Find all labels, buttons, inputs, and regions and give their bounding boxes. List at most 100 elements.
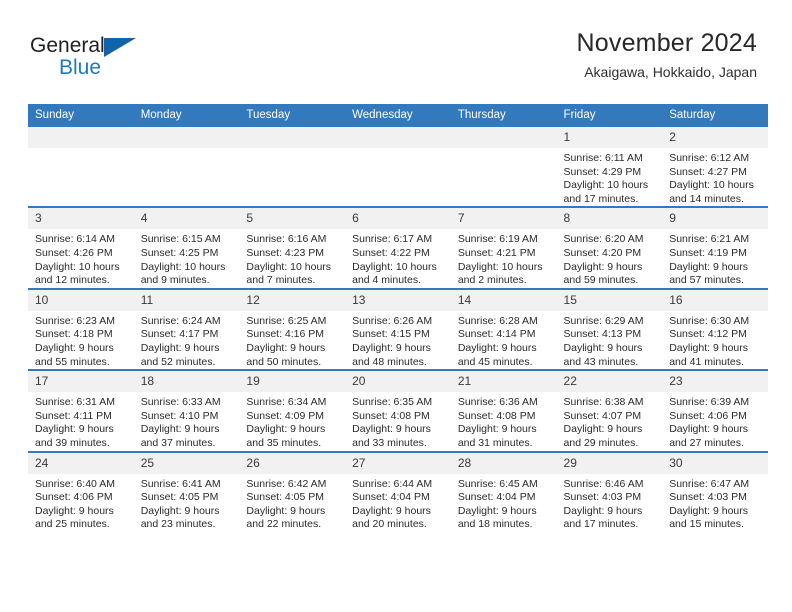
day-cell[interactable]: 28 Sunrise: 6:45 AM Sunset: 4:04 PM Dayli… bbox=[450, 450, 557, 532]
day-number: 11 bbox=[133, 289, 240, 311]
day-details: Sunrise: 6:16 AM Sunset: 4:23 PM Dayligh… bbox=[246, 233, 332, 287]
page-header: General Blue November 2024 Akaigawa, Hok… bbox=[0, 0, 792, 100]
day-details: Sunrise: 6:41 AM Sunset: 4:05 PM Dayligh… bbox=[140, 477, 221, 531]
day-cell[interactable]: 9 Sunrise: 6:21 AM Sunset: 4:19 PM Daylig… bbox=[662, 206, 768, 289]
logo-text-general: General bbox=[30, 34, 105, 57]
day-number: 22 bbox=[556, 371, 663, 393]
day-details: Sunrise: 6:46 AM Sunset: 4:03 PM Dayligh… bbox=[563, 477, 644, 531]
day-details: Sunrise: 6:24 AM Sunset: 4:17 PM Dayligh… bbox=[140, 314, 221, 368]
day-number: 24 bbox=[28, 452, 134, 474]
day-details: Sunrise: 6:23 AM Sunset: 4:18 PM Dayligh… bbox=[35, 314, 115, 368]
day-details: Sunrise: 6:26 AM Sunset: 4:15 PM Dayligh… bbox=[352, 314, 433, 368]
day-cell[interactable]: 12 Sunrise: 6:25 AM Sunset: 4:16 PM Dayli… bbox=[239, 287, 346, 371]
day-cell[interactable]: 21 Sunrise: 6:36 AM Sunset: 4:08 PM Dayli… bbox=[450, 369, 557, 452]
day-cell[interactable]: 25 Sunrise: 6:41 AM Sunset: 4:05 PM Dayli… bbox=[133, 450, 240, 532]
day-number: 28 bbox=[450, 452, 557, 474]
logo-triangle-icon bbox=[104, 38, 136, 57]
day-details: Sunrise: 6:33 AM Sunset: 4:10 PM Dayligh… bbox=[140, 396, 221, 449]
day-number: 7 bbox=[450, 208, 557, 230]
day-number: 15 bbox=[556, 289, 663, 311]
day-cell[interactable]: 16 Sunrise: 6:30 AM Sunset: 4:12 PM Dayli… bbox=[662, 287, 768, 371]
day-number: 23 bbox=[662, 371, 768, 393]
day-cell[interactable]: 2 Sunrise: 6:12 AM Sunset: 4:27 PM Daylig… bbox=[662, 127, 768, 208]
day-cell[interactable]: 11 Sunrise: 6:24 AM Sunset: 4:17 PM Dayli… bbox=[133, 287, 240, 371]
day-cell[interactable]: 6 Sunrise: 6:17 AM Sunset: 4:22 PM Daylig… bbox=[345, 206, 451, 289]
day-number: 17 bbox=[28, 371, 134, 393]
calendar-week-row: 10 Sunrise: 6:23 AM Sunset: 4:18 PM Dayli… bbox=[28, 287, 768, 371]
day-details: Sunrise: 6:34 AM Sunset: 4:09 PM Dayligh… bbox=[246, 396, 327, 449]
calendar-week-row: 1 Sunrise: 6:11 AM Sunset: 4:29 PM Daylig… bbox=[28, 127, 768, 208]
calendar-week-row: 24 Sunrise: 6:40 AM Sunset: 4:06 PM Dayli… bbox=[28, 450, 768, 532]
day-details: Sunrise: 6:29 AM Sunset: 4:13 PM Dayligh… bbox=[563, 314, 644, 368]
day-details: Sunrise: 6:12 AM Sunset: 4:27 PM Dayligh… bbox=[669, 152, 754, 205]
day-number: 2 bbox=[662, 127, 768, 148]
day-cell[interactable] bbox=[345, 127, 451, 208]
weekday-header-wednesday: Wednesday bbox=[345, 104, 451, 127]
day-cell[interactable]: 14 Sunrise: 6:28 AM Sunset: 4:14 PM Dayli… bbox=[450, 287, 557, 371]
day-number: 30 bbox=[662, 452, 768, 474]
day-cell[interactable]: 30 Sunrise: 6:47 AM Sunset: 4:03 PM Dayli… bbox=[662, 450, 768, 532]
day-number: 12 bbox=[239, 289, 346, 311]
day-number: 19 bbox=[239, 371, 346, 393]
calendar-week-row: 17 Sunrise: 6:31 AM Sunset: 4:11 PM Dayli… bbox=[28, 369, 768, 452]
day-cell[interactable] bbox=[450, 127, 557, 208]
day-number: 16 bbox=[662, 289, 768, 311]
day-details: Sunrise: 6:28 AM Sunset: 4:14 PM Dayligh… bbox=[457, 314, 538, 368]
day-number: 21 bbox=[450, 371, 557, 393]
day-details: Sunrise: 6:11 AM Sunset: 4:29 PM Dayligh… bbox=[563, 152, 649, 205]
day-number bbox=[133, 127, 240, 148]
day-details: Sunrise: 6:15 AM Sunset: 4:25 PM Dayligh… bbox=[140, 233, 226, 287]
day-cell[interactable]: 17 Sunrise: 6:31 AM Sunset: 4:11 PM Dayli… bbox=[28, 369, 134, 452]
day-cell[interactable]: 13 Sunrise: 6:26 AM Sunset: 4:15 PM Dayli… bbox=[345, 287, 451, 371]
day-number bbox=[28, 127, 134, 148]
day-number: 3 bbox=[28, 208, 134, 230]
day-number: 10 bbox=[28, 289, 134, 311]
day-cell[interactable]: 3 Sunrise: 6:14 AM Sunset: 4:26 PM Daylig… bbox=[28, 206, 134, 289]
day-number: 27 bbox=[345, 452, 451, 474]
day-cell[interactable]: 10 Sunrise: 6:23 AM Sunset: 4:18 PM Dayli… bbox=[28, 287, 134, 371]
day-cell[interactable]: 26 Sunrise: 6:42 AM Sunset: 4:05 PM Dayli… bbox=[239, 450, 346, 532]
generalblue-logo[interactable]: General Blue bbox=[30, 34, 160, 86]
day-details: Sunrise: 6:31 AM Sunset: 4:11 PM Dayligh… bbox=[35, 396, 115, 449]
day-details: Sunrise: 6:40 AM Sunset: 4:06 PM Dayligh… bbox=[35, 477, 115, 531]
day-cell[interactable] bbox=[28, 127, 134, 208]
day-cell[interactable]: 1 Sunrise: 6:11 AM Sunset: 4:29 PM Daylig… bbox=[556, 127, 663, 208]
day-number: 9 bbox=[662, 208, 768, 230]
day-cell[interactable]: 22 Sunrise: 6:38 AM Sunset: 4:07 PM Dayli… bbox=[556, 369, 663, 452]
day-details: Sunrise: 6:21 AM Sunset: 4:19 PM Dayligh… bbox=[669, 233, 750, 287]
day-cell[interactable]: 27 Sunrise: 6:44 AM Sunset: 4:04 PM Dayli… bbox=[345, 450, 451, 532]
calendar-week-row: 3 Sunrise: 6:14 AM Sunset: 4:26 PM Daylig… bbox=[28, 206, 768, 289]
day-details: Sunrise: 6:44 AM Sunset: 4:04 PM Dayligh… bbox=[352, 477, 433, 531]
day-cell[interactable]: 5 Sunrise: 6:16 AM Sunset: 4:23 PM Daylig… bbox=[239, 206, 346, 289]
day-details: Sunrise: 6:42 AM Sunset: 4:05 PM Dayligh… bbox=[246, 477, 327, 531]
day-cell[interactable]: 23 Sunrise: 6:39 AM Sunset: 4:06 PM Dayli… bbox=[662, 369, 768, 452]
page-subtitle: Akaigawa, Hokkaido, Japan bbox=[584, 64, 757, 80]
title-block: November 2024 Akaigawa, Hokkaido, Japan bbox=[577, 28, 757, 81]
day-cell[interactable]: 15 Sunrise: 6:29 AM Sunset: 4:13 PM Dayli… bbox=[556, 287, 663, 371]
day-cell[interactable] bbox=[239, 127, 346, 208]
day-cell[interactable]: 7 Sunrise: 6:19 AM Sunset: 4:21 PM Daylig… bbox=[450, 206, 557, 289]
calendar-body: 1 Sunrise: 6:11 AM Sunset: 4:29 PM Daylig… bbox=[28, 127, 768, 532]
day-cell[interactable]: 20 Sunrise: 6:35 AM Sunset: 4:08 PM Dayli… bbox=[345, 369, 451, 452]
day-number: 6 bbox=[345, 208, 451, 230]
day-details: Sunrise: 6:25 AM Sunset: 4:16 PM Dayligh… bbox=[246, 314, 327, 368]
weekday-header-sunday: Sunday bbox=[28, 104, 134, 127]
day-details: Sunrise: 6:30 AM Sunset: 4:12 PM Dayligh… bbox=[669, 314, 750, 368]
day-cell[interactable]: 24 Sunrise: 6:40 AM Sunset: 4:06 PM Dayli… bbox=[28, 450, 134, 532]
weekday-header-thursday: Thursday bbox=[450, 104, 557, 127]
day-cell[interactable]: 29 Sunrise: 6:46 AM Sunset: 4:03 PM Dayli… bbox=[556, 450, 663, 532]
weekday-header-friday: Friday bbox=[556, 104, 663, 127]
day-number: 13 bbox=[345, 289, 451, 311]
day-cell[interactable]: 19 Sunrise: 6:34 AM Sunset: 4:09 PM Dayli… bbox=[239, 369, 346, 452]
day-details: Sunrise: 6:47 AM Sunset: 4:03 PM Dayligh… bbox=[669, 477, 750, 531]
day-number: 20 bbox=[345, 371, 451, 393]
day-cell[interactable]: 18 Sunrise: 6:33 AM Sunset: 4:10 PM Dayli… bbox=[133, 369, 240, 452]
logo-text-blue: Blue bbox=[59, 56, 102, 79]
day-details: Sunrise: 6:38 AM Sunset: 4:07 PM Dayligh… bbox=[563, 396, 644, 449]
day-number: 1 bbox=[556, 127, 663, 148]
day-cell[interactable]: 4 Sunrise: 6:15 AM Sunset: 4:25 PM Daylig… bbox=[133, 206, 240, 289]
day-cell[interactable] bbox=[133, 127, 240, 208]
day-number: 14 bbox=[450, 289, 557, 311]
calendar-header-row: Sunday Monday Tuesday Wednesday Thursday… bbox=[28, 104, 768, 127]
day-cell[interactable]: 8 Sunrise: 6:20 AM Sunset: 4:20 PM Daylig… bbox=[556, 206, 663, 289]
